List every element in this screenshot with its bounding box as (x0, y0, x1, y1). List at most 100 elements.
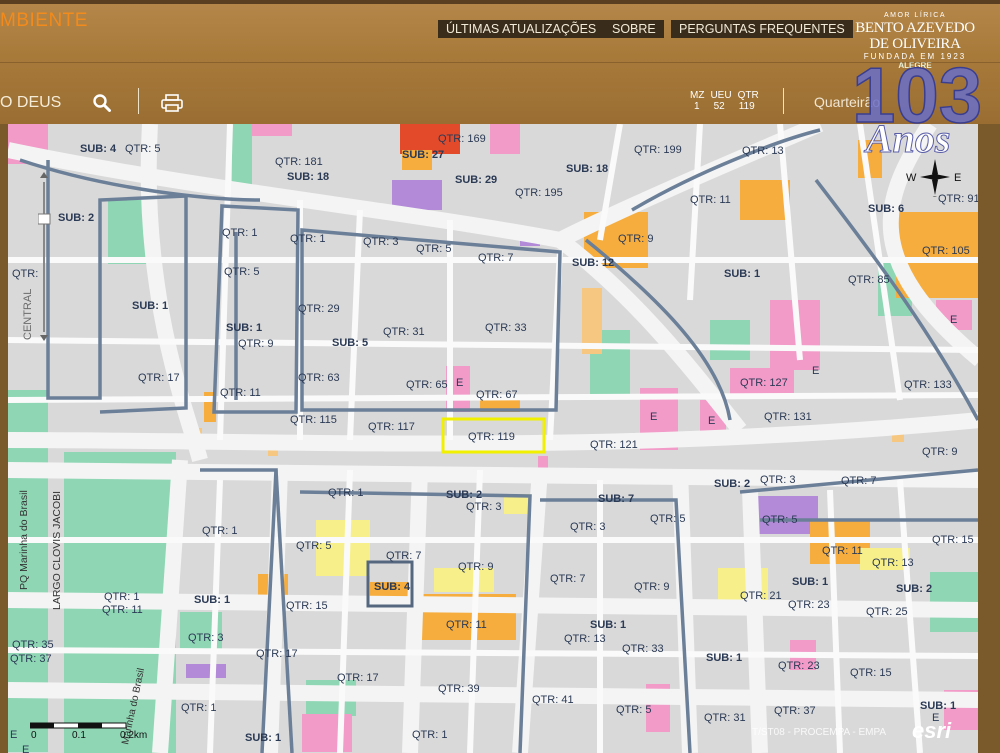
block-label: SUB: 1 (132, 300, 168, 312)
block-label: QTR: 1 (104, 591, 139, 603)
scale-label-0: 0 (31, 730, 37, 741)
block-label: SUB: 1 (245, 732, 281, 744)
block-label: QTR: 85 (848, 274, 890, 286)
block-label: QTR: 17 (256, 648, 298, 660)
block-label: QTR: 11 (690, 194, 731, 206)
street-label: LARGO CLOVIS JACOBI (51, 491, 63, 610)
compass-south: S (931, 195, 938, 197)
block-label: QTR: 33 (485, 322, 527, 334)
block-label: QTR: 105 (922, 245, 970, 257)
block-label: QTR: 41 (532, 694, 574, 706)
compass-east: E (954, 172, 961, 184)
block-label: QTR: 23 (778, 660, 820, 672)
building-lot (186, 664, 226, 678)
block-label: QTR: 9 (458, 561, 493, 573)
logo-line2: BENTO AZEVEDO DE OLIVEIRA (855, 20, 975, 52)
coord-value-mz: 1 (694, 101, 700, 112)
search-icon[interactable] (93, 94, 111, 117)
block-label: QTR: 11 (220, 387, 261, 399)
zoom-slider[interactable] (37, 170, 51, 342)
block-label: SUB: 29 (455, 174, 497, 186)
block-label: QTR: 133 (904, 379, 952, 391)
block-label: QTR: 67 (476, 389, 518, 401)
block-label: QTR: 35 (12, 639, 54, 651)
block-label: SUB: 1 (590, 619, 626, 631)
block-label: QTR: 5 (224, 266, 259, 278)
block-label: QTR: 199 (634, 144, 682, 156)
block-label: SUB: 27 (402, 149, 444, 161)
block-label: QTR: 5 (296, 540, 331, 552)
block-label: QTR: 39 (438, 683, 480, 695)
app-title: MBIENTE (0, 10, 88, 31)
block-label: QTR: 15 (932, 534, 974, 546)
park-area (710, 320, 750, 360)
block-label: QTR: 7 (386, 550, 421, 562)
block-label: E (10, 729, 17, 741)
top-border (0, 0, 1000, 4)
block-label: QTR: 23 (788, 599, 830, 611)
block-label: SUB: 2 (896, 583, 932, 595)
block-label: QTR: 1 (412, 729, 447, 741)
block-label: QTR: 7 (841, 475, 876, 487)
street (8, 682, 978, 708)
map-canvas[interactable]: SUB: 4 QTR: 5 QTR: 181 SUB: 18 QTR: 169 SUB: … (8, 124, 978, 753)
block-label: QTR: 37 (10, 653, 52, 665)
block-label: QTR: 11 (822, 545, 863, 557)
block-label: QTR: 5 (762, 514, 797, 526)
block-label: QTR: (12, 268, 38, 280)
block-label: QTR: 1 (222, 227, 257, 239)
block-label: QTR: 9 (238, 338, 273, 350)
block-label: QTR: 169 (438, 133, 486, 145)
block-label: SUB: 5 (332, 337, 368, 349)
block-label: QTR: 3 (188, 632, 223, 644)
block-label: E (456, 377, 463, 389)
compass-icon: W E S (904, 157, 966, 207)
block-label: QTR: 31 (704, 712, 746, 724)
coord-value-qtr: 119 (738, 101, 755, 112)
block-label: QTR: 5 (416, 243, 451, 255)
block-label: QTR: 9 (618, 233, 653, 245)
block-label: E (650, 411, 657, 423)
block-label: QTR: 9 (634, 581, 669, 593)
block-label: SUB: 1 (920, 700, 956, 712)
block-label: SUB: 18 (287, 171, 329, 183)
nav-faq-button[interactable]: PERGUNTAS FREQUENTES (671, 20, 853, 38)
block-label: QTR: 65 (406, 379, 448, 391)
scale-label-1: 0.1 (72, 730, 86, 741)
block-label: SUB: 1 (706, 652, 742, 664)
block-label: QTR: 181 (275, 156, 323, 168)
toolbar-separator (138, 88, 139, 114)
map-view[interactable]: SUB: 4 QTR: 5 QTR: 181 SUB: 18 QTR: 169 SUB: … (8, 124, 978, 753)
block-label: QTR: 5 (650, 513, 685, 525)
block-label: SUB: 1 (226, 322, 262, 334)
anniversary-badge: 103 Anos (848, 50, 988, 162)
zoom-label: CENTRAL (22, 289, 34, 340)
block-label: QTR: 33 (622, 643, 664, 655)
print-icon[interactable] (161, 94, 183, 117)
block-label: QTR: 63 (298, 372, 340, 384)
building-lot (392, 180, 442, 210)
block-label: QTR: 31 (383, 326, 425, 338)
block-label: SUB: 2 (58, 212, 94, 224)
street (8, 462, 978, 488)
compass-west: W (906, 172, 917, 184)
block-label: SUB: 4 (80, 143, 117, 155)
building-lot (302, 714, 352, 752)
block-label: QTR: 15 (286, 600, 328, 612)
nav-latest-updates-button[interactable]: ÚLTIMAS ATUALIZAÇÕES (438, 20, 605, 38)
block-label: SUB: 7 (598, 493, 634, 505)
block-label: QTR: 3 (363, 236, 398, 248)
block-label: QTR: 21 (740, 590, 782, 602)
block-label: QTR: 11 (102, 604, 143, 616)
block-label: QTR: 9 (922, 446, 957, 458)
block-label: QTR: 1 (181, 702, 216, 714)
block-label: QTR: 25 (866, 606, 908, 618)
building-lot (252, 124, 292, 136)
block-label: QTR: 37 (774, 705, 816, 717)
block-label: SUB: 1 (194, 594, 230, 606)
toolbar-separator-2 (783, 88, 784, 114)
coord-label-qtr: QTR (737, 90, 759, 101)
search-value[interactable]: O DEUS (0, 94, 61, 112)
nav-about-button[interactable]: SOBRE (604, 20, 664, 38)
block-label: QTR: 195 (515, 187, 563, 199)
